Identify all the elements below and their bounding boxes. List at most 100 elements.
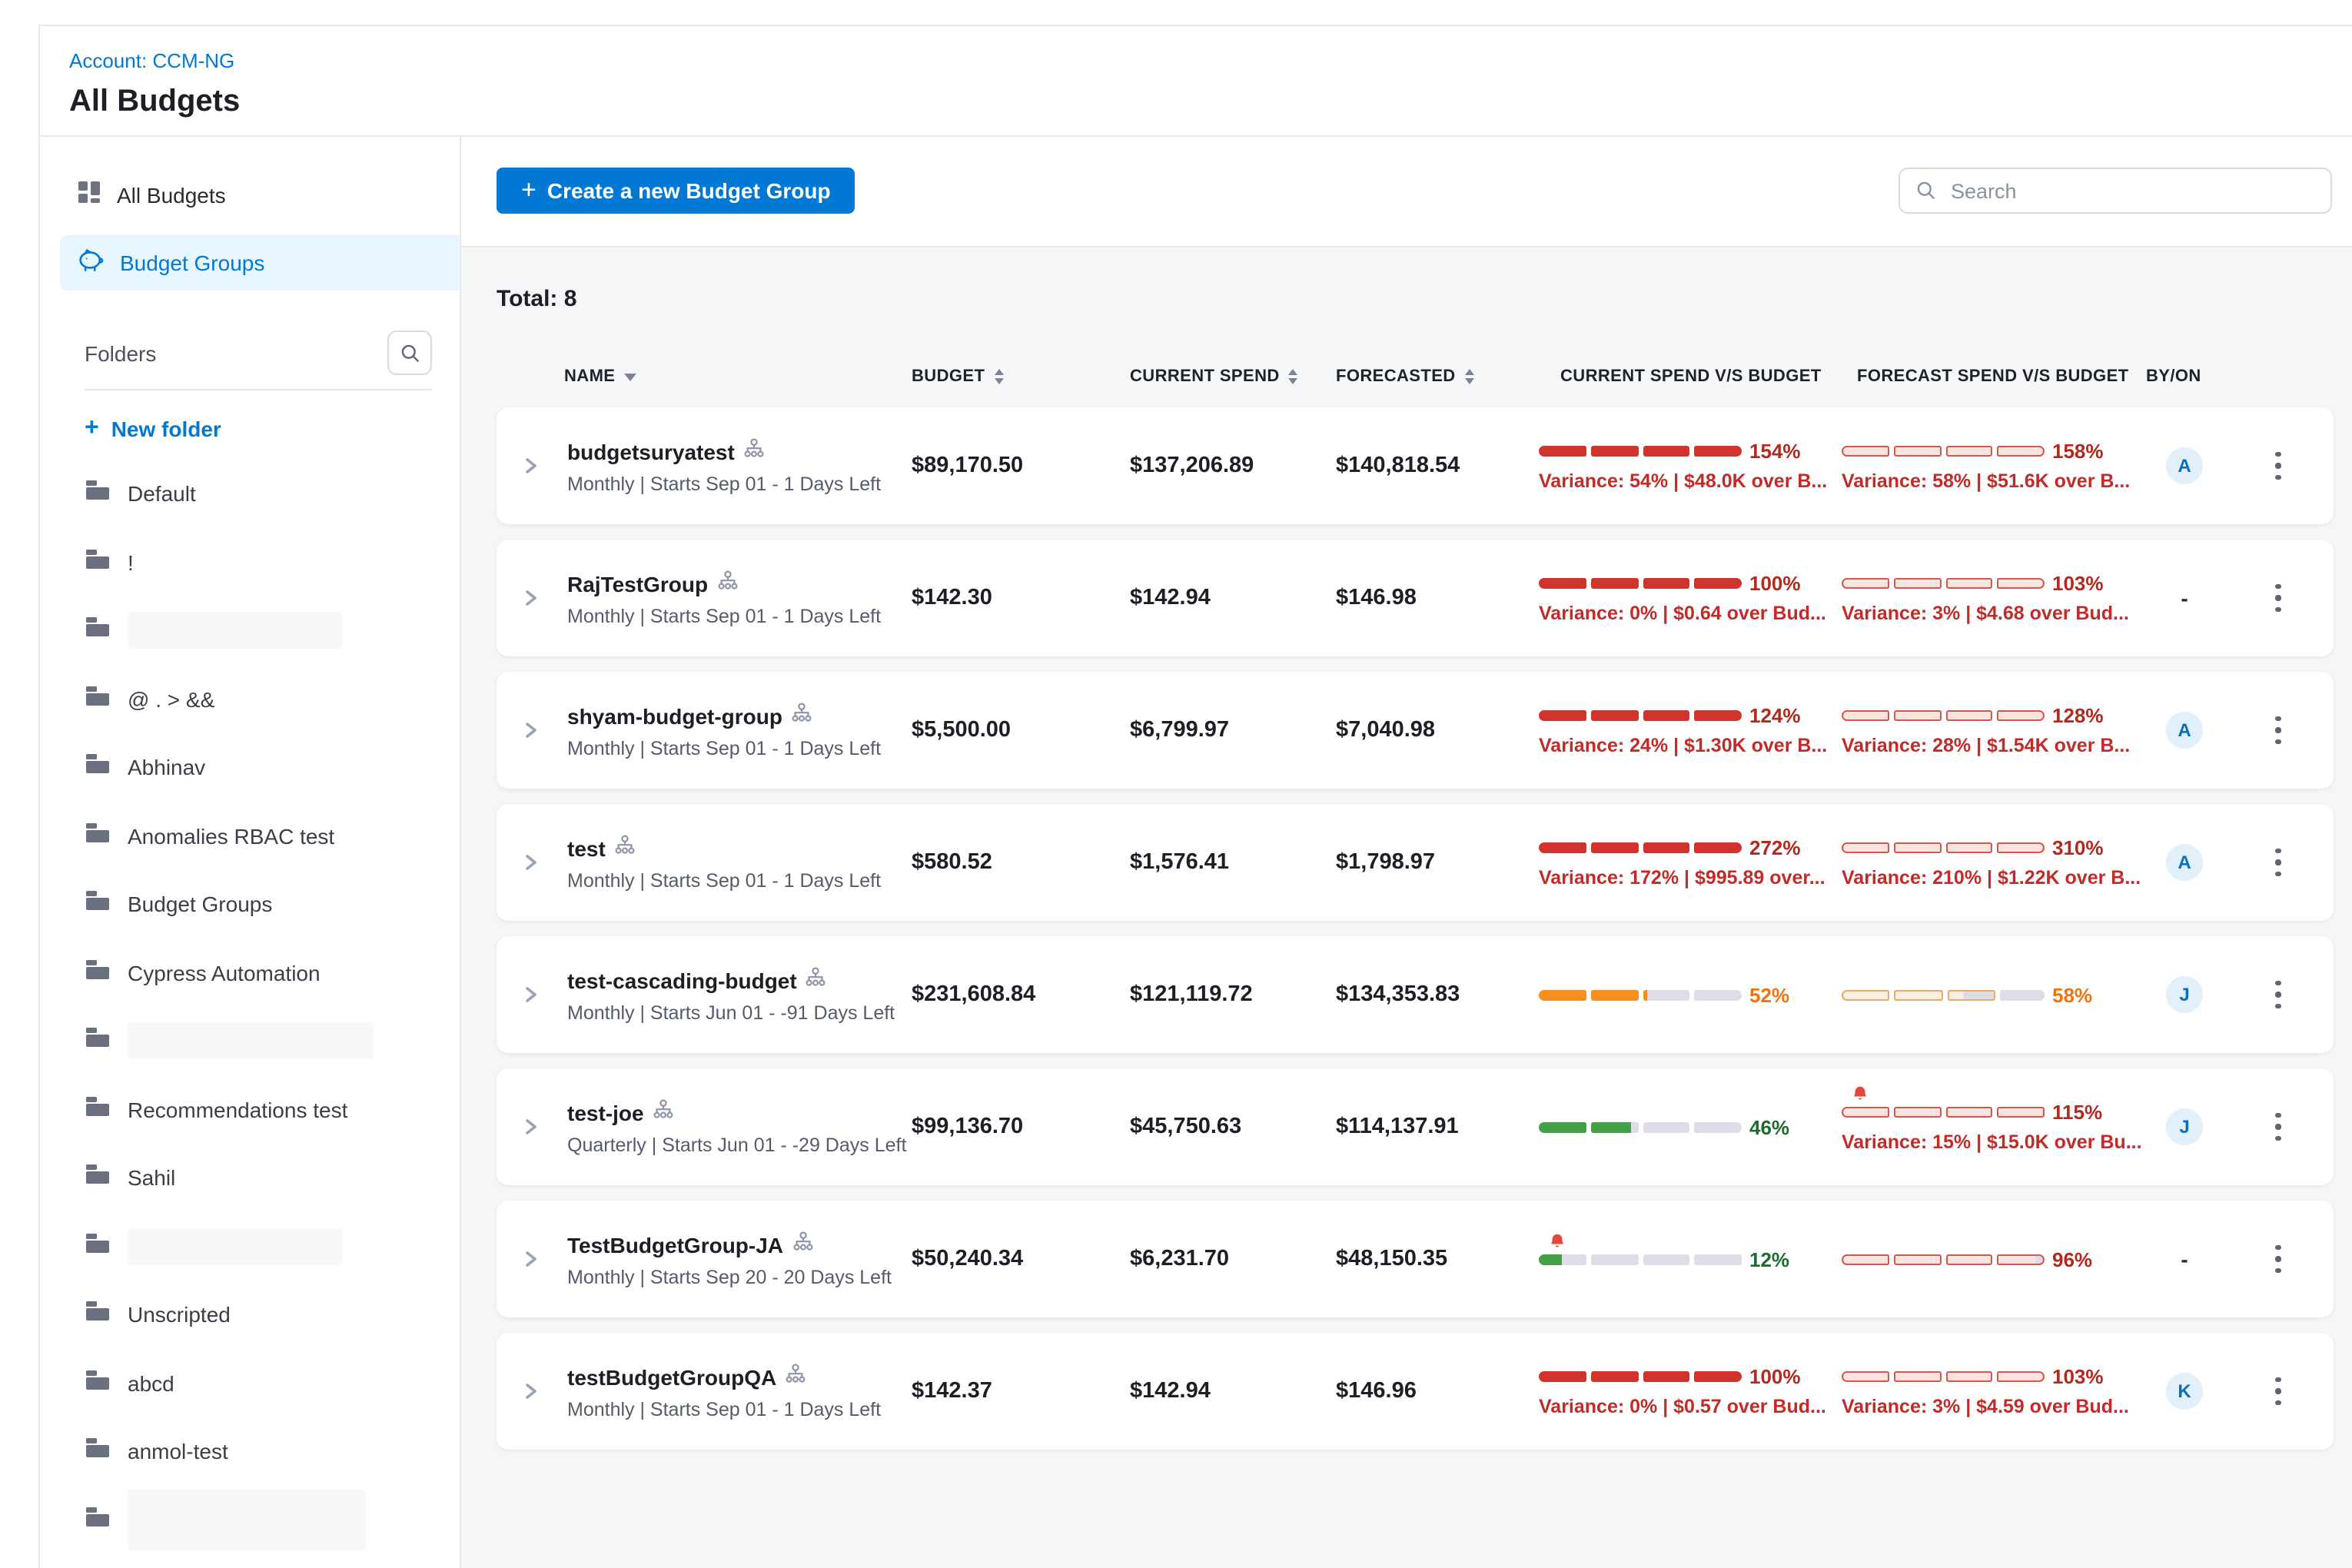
hierarchy-icon [792, 1231, 812, 1258]
budget-app: Account: CCM-NG All Budgets All Budgets [0, 0, 2352, 1568]
forecast-vs-budget-percent-label: 103% [2052, 1365, 2104, 1388]
current-spend-value: $45,750.63 [1121, 1068, 1327, 1185]
budget-group-name: RajTestGroup [567, 571, 708, 596]
budget-group-name: test-cascading-budget [567, 968, 797, 992]
forecast-vs-budget-cell: 158%Variance: 58% | $51.6K over B... [1842, 407, 2146, 524]
folder-item-redacted[interactable] [40, 1554, 460, 1568]
bar-segment [1842, 578, 1889, 589]
current-vs-budget-bar [1539, 578, 1742, 589]
column-header-current-spend[interactable]: CURRENT SPEND [1121, 367, 1327, 386]
row-menu-button[interactable] [2267, 1104, 2291, 1151]
folder-icon [85, 1095, 111, 1125]
row-expander[interactable] [497, 672, 564, 789]
table-row[interactable]: TestBudgetGroup-JAMonthly | Starts Sep 2… [497, 1201, 2334, 1317]
folder-item[interactable]: Anomalies RBAC test [40, 802, 460, 870]
total-count: Total: 8 [497, 286, 2352, 312]
folder-item-redacted[interactable] [40, 596, 460, 665]
folder-item-redacted[interactable] [40, 1486, 460, 1554]
hierarchy-icon [717, 570, 737, 597]
folder-item[interactable]: Recommendations test [40, 1075, 460, 1144]
folder-icon [85, 1505, 111, 1536]
column-header-forecasted[interactable]: FORECASTED [1327, 367, 1539, 386]
page-title: All Budgets [69, 85, 2352, 120]
folder-item[interactable]: anmol-test [40, 1417, 460, 1486]
row-expander[interactable] [497, 1201, 564, 1317]
row-expander[interactable] [497, 540, 564, 656]
new-folder-button[interactable]: + New folder [85, 415, 460, 443]
folder-item[interactable]: @ . > && [40, 665, 460, 733]
row-menu-cell [2223, 1333, 2334, 1450]
forecast-vs-budget-bar [1842, 578, 2045, 589]
table-header: NAME BUDGET CURRENT SPEND FORECASTE [497, 367, 2334, 386]
folder-item[interactable]: Cypress Automation [40, 938, 460, 1007]
current-vs-budget-bar-line: 100% [1539, 1365, 1801, 1388]
bar-segment [1539, 446, 1586, 457]
row-menu-button[interactable] [2267, 1368, 2291, 1415]
bar-segment [1591, 446, 1639, 457]
search-input[interactable] [1948, 178, 2315, 204]
sidebar-item-budget-groups[interactable]: Budget Groups [60, 235, 460, 291]
table-row[interactable]: testBudgetGroupQA Monthly | Starts Sep 01… [497, 1333, 2334, 1450]
bar-segment [1643, 710, 1690, 721]
folder-item[interactable]: Default [40, 460, 460, 528]
row-menu-cell [2223, 1201, 2334, 1317]
folder-item[interactable]: ! [40, 528, 460, 596]
budget-group-name-line: testBudgetGroupQA [567, 1363, 806, 1390]
forecast-vs-budget-cell: 103%Variance: 3% | $4.59 over Bud... [1842, 1333, 2146, 1450]
row-menu-button[interactable] [2267, 839, 2291, 886]
budget-group-name: test-joe [567, 1100, 644, 1125]
create-budget-group-button[interactable]: + Create a new Budget Group [497, 168, 855, 214]
forecast-vs-budget-bar [1842, 842, 2045, 853]
row-menu-button[interactable] [2267, 707, 2291, 754]
budget-group-name: shyam-budget-group [567, 703, 782, 728]
budget-period-subtitle: Monthly | Starts Sep 01 - 1 Days Left [567, 1398, 881, 1420]
folder-search-button[interactable] [387, 331, 432, 375]
row-expander[interactable] [497, 936, 564, 1053]
folder-item-redacted[interactable] [40, 1007, 460, 1075]
table-row[interactable]: RajTestGroupMonthly | Starts Sep 01 - 1 … [497, 540, 2334, 656]
column-label: FORECAST SPEND V/S BUDGET [1857, 367, 2129, 386]
current-vs-budget-bar-line: 46% [1539, 1115, 1789, 1138]
current-vs-budget-cell: 272%Variance: 172% | $995.89 over... [1539, 804, 1842, 921]
current-vs-budget-cell: 100%Variance: 0% | $0.57 over Bud... [1539, 1333, 1842, 1450]
row-menu-button[interactable] [2267, 443, 2291, 490]
table-row[interactable]: test-joeQuarterly | Starts Jun 01 - -29 … [497, 1068, 2334, 1185]
row-expander[interactable] [497, 1068, 564, 1185]
bar-segment [1643, 1254, 1690, 1264]
row-menu-button[interactable] [2267, 575, 2291, 622]
plus-icon: + [85, 415, 99, 443]
folder-label: Recommendations test [128, 1098, 347, 1122]
bar-segment [1539, 842, 1586, 853]
folder-item[interactable]: Abhinav [40, 733, 460, 802]
account-breadcrumb-link[interactable]: Account: CCM-NG [69, 49, 234, 72]
row-expander[interactable] [497, 1333, 564, 1450]
row-expander[interactable] [497, 407, 564, 524]
folder-item[interactable]: Unscripted [40, 1281, 460, 1349]
bar-segment [1842, 1371, 1889, 1382]
bar-segment [1643, 1121, 1690, 1132]
row-menu-button[interactable] [2267, 972, 2291, 1018]
current-vs-budget-bar-line: 124% [1539, 704, 1801, 727]
sidebar-item-all-budgets[interactable]: All Budgets [60, 168, 460, 223]
table-row[interactable]: shyam-budget-groupMonthly | Starts Sep 0… [497, 672, 2334, 789]
table-row[interactable]: testMonthly | Starts Sep 01 - 1 Days Lef… [497, 804, 2334, 921]
column-header-name[interactable]: NAME [564, 367, 902, 386]
table-row[interactable]: test-cascading-budgetMonthly | Starts Ju… [497, 936, 2334, 1053]
budget-group-name-line: test [567, 834, 635, 862]
bar-segment [1695, 1371, 1742, 1382]
table-row[interactable]: budgetsuryatestMonthly | Starts Sep 01 -… [497, 407, 2334, 524]
folder-item[interactable]: Budget Groups [40, 870, 460, 938]
current-vs-budget-bar [1539, 446, 1742, 457]
column-header-current-vs-budget: CURRENT SPEND V/S BUDGET [1539, 367, 1842, 386]
folder-item[interactable]: Sahil [40, 1144, 460, 1212]
folder-item-redacted[interactable] [40, 1212, 460, 1281]
bar-segment [1945, 446, 1993, 457]
current-spend-value: $1,576.41 [1121, 804, 1327, 921]
hierarchy-icon [792, 702, 812, 729]
row-expander[interactable] [497, 804, 564, 921]
folder-item[interactable]: abcd [40, 1349, 460, 1417]
column-header-budget[interactable]: BUDGET [902, 367, 1121, 386]
app-frame: Account: CCM-NG All Budgets All Budgets [38, 25, 2352, 1568]
row-menu-button[interactable] [2267, 1236, 2291, 1283]
budget-group-name-cell: test-cascading-budgetMonthly | Starts Ju… [564, 936, 902, 1053]
